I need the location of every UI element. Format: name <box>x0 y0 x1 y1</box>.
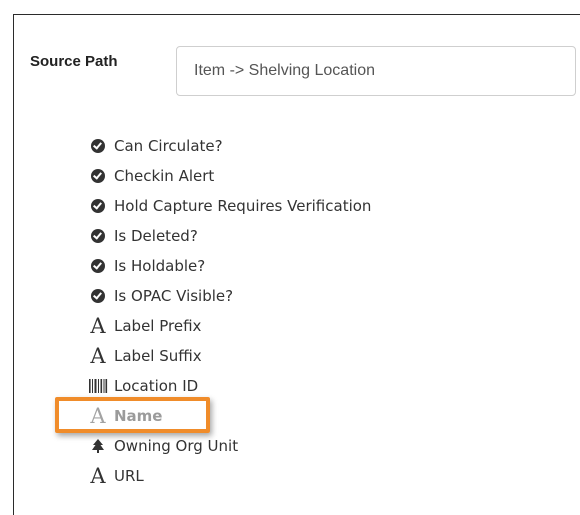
field-item-name[interactable]: A Name <box>88 401 371 431</box>
field-item-is-opac-visible[interactable]: Is OPAC Visible? <box>88 281 371 311</box>
field-label: Label Prefix <box>114 317 202 335</box>
check-circle-icon <box>88 259 108 273</box>
field-label: Hold Capture Requires Verification <box>114 197 372 215</box>
field-label: Is Deleted? <box>114 227 198 245</box>
barcode-icon <box>88 379 108 393</box>
field-label: Name <box>114 407 163 425</box>
field-item-hold-capture-verification[interactable]: Hold Capture Requires Verification <box>88 191 371 221</box>
check-circle-icon <box>88 199 108 213</box>
font-icon: A <box>90 403 106 428</box>
field-label: Is OPAC Visible? <box>114 287 234 305</box>
field-label: Label Suffix <box>114 347 202 365</box>
field-list: Can Circulate? Checkin Alert Hold Captur… <box>88 131 371 491</box>
org-tree-icon <box>88 439 108 453</box>
field-label: URL <box>114 467 144 485</box>
field-item-url[interactable]: A URL <box>88 461 371 491</box>
check-circle-icon <box>88 289 108 303</box>
check-circle-icon <box>88 139 108 153</box>
field-item-label-suffix[interactable]: A Label Suffix <box>88 341 371 371</box>
field-label: Can Circulate? <box>114 137 223 155</box>
field-item-can-circulate[interactable]: Can Circulate? <box>88 131 371 161</box>
field-label: Checkin Alert <box>114 167 215 185</box>
field-item-location-id[interactable]: Location ID <box>88 371 371 401</box>
check-circle-icon <box>88 229 108 243</box>
source-path-label: Source Path <box>30 53 118 70</box>
font-icon: A <box>90 313 106 338</box>
source-path-input[interactable] <box>176 46 576 96</box>
check-circle-icon <box>88 169 108 183</box>
field-item-is-deleted[interactable]: Is Deleted? <box>88 221 371 251</box>
field-label: Location ID <box>114 377 199 395</box>
field-item-is-holdable[interactable]: Is Holdable? <box>88 251 371 281</box>
field-item-checkin-alert[interactable]: Checkin Alert <box>88 161 371 191</box>
font-icon: A <box>90 463 106 488</box>
font-icon: A <box>90 343 106 368</box>
field-item-owning-org-unit[interactable]: Owning Org Unit <box>88 431 371 461</box>
field-label: Is Holdable? <box>114 257 206 275</box>
field-item-label-prefix[interactable]: A Label Prefix <box>88 311 371 341</box>
field-label: Owning Org Unit <box>114 437 239 455</box>
